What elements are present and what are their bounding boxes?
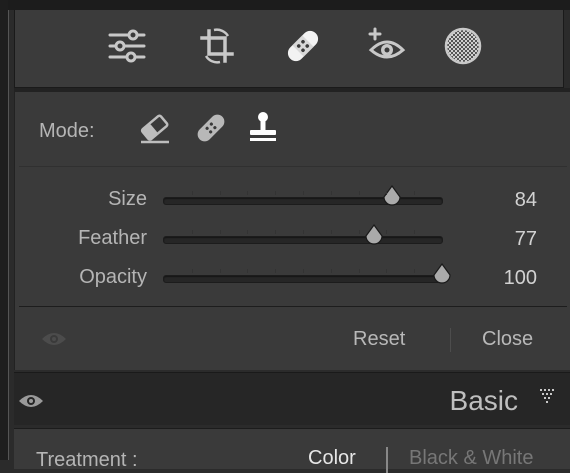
feather-value[interactable]: 77 [475,228,537,251]
slider-tick [275,230,277,234]
collapse-triangle-icon[interactable] [540,389,556,403]
actions-divider [19,306,567,307]
left-panel-edge [0,0,9,460]
top-panel-edge [8,0,570,10]
treatment-bw-option[interactable]: Black & White [409,447,533,470]
feather-slider-track[interactable] [163,223,443,245]
size-slider-track[interactable] [163,184,443,206]
slider-tick [358,269,360,273]
opacity-slider-thumb[interactable] [432,262,452,285]
feather-slider-thumb[interactable] [364,223,384,246]
heal-icon[interactable] [193,110,229,146]
slider-tick [386,191,388,195]
slider-tick [414,230,416,234]
close-button[interactable]: Close [482,328,533,351]
size-slider-thumb[interactable] [382,184,402,207]
masking-icon[interactable] [443,26,483,66]
treatment-color-option[interactable]: Color [308,447,356,470]
slider-tick [358,191,360,195]
opacity-label: Opacity [79,266,147,288]
slider-tick [330,230,332,234]
red-eye-icon[interactable] [367,26,407,66]
slider-tick [303,191,304,195]
slider-tick [330,269,332,273]
mode-label: Mode: [39,120,95,142]
slider-tick [219,269,221,273]
healing-panel: Mode: Size 84 Feather 77 Opacity 100 Res… [14,92,570,370]
tool-strip [14,10,564,88]
slider-tick [303,269,304,273]
mode-divider [19,166,567,167]
crop-icon[interactable] [197,26,237,66]
slider-tick [247,230,249,234]
healing-icon[interactable] [283,26,323,66]
basic-panel-title: Basic [449,385,518,416]
treatment-separator [386,447,388,473]
opacity-value[interactable]: 100 [475,267,537,290]
slider-tick [303,230,304,234]
slider-tick [275,269,277,273]
slider-tick [219,230,221,234]
slider-tick [247,269,249,273]
size-value[interactable]: 84 [475,189,537,212]
slider-tick [414,191,416,195]
basic-visibility-eye-icon[interactable] [18,392,44,410]
slider-tick [414,269,416,273]
treatment-label: Treatment : [36,449,138,471]
edit-sliders-icon[interactable] [107,26,147,66]
visibility-eye-icon[interactable] [41,330,67,348]
slider-tick [386,230,388,234]
slider-tick [358,230,360,234]
basic-panel-header[interactable]: Basic [14,372,570,425]
reset-button[interactable]: Reset [353,328,405,351]
slider-tick [219,191,221,195]
slider-tick [191,191,193,195]
slider-tick [191,269,193,273]
content-aware-remove-icon[interactable] [137,110,173,146]
opacity-slider-track[interactable] [163,262,451,284]
feather-label: Feather [78,227,147,249]
size-label: Size [108,188,147,210]
actions-separator [450,328,451,352]
treatment-row: Treatment : Color Black & White [14,428,570,473]
slider-tick [191,230,193,234]
clone-icon[interactable] [245,110,281,146]
slider-tick [386,269,388,273]
slider-tick [330,191,332,195]
slider-tick [247,191,249,195]
slider-tick [275,191,277,195]
